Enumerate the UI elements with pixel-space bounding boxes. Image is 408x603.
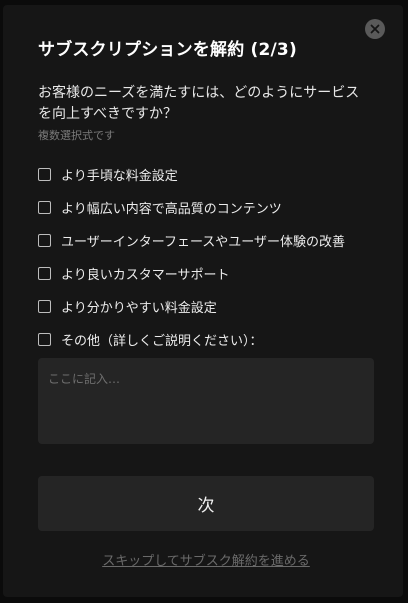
- checkbox[interactable]: [38, 234, 51, 247]
- option-other[interactable]: その他（詳しくご説明ください）：: [38, 323, 383, 356]
- option-label: ユーザーインターフェースやユーザー体験の改善: [61, 235, 346, 250]
- option-ui-ux-improvement[interactable]: ユーザーインターフェースやユーザー体験の改善: [38, 224, 383, 257]
- option-affordable-pricing[interactable]: より手頃な料金設定: [38, 158, 383, 191]
- option-label: より手頃な料金設定: [61, 169, 178, 184]
- option-wider-content[interactable]: より幅広い内容で高品質のコンテンツ: [38, 191, 383, 224]
- survey-question: お客様のニーズを満たすには、どのようにサービスを向上すべきですか？: [38, 85, 360, 122]
- next-button[interactable]: 次: [38, 476, 374, 531]
- checkbox[interactable]: [38, 300, 51, 313]
- modal-title: サブスクリプションを解約 (2/3): [38, 40, 297, 60]
- option-clearer-pricing[interactable]: より分かりやすい料金設定: [38, 290, 383, 323]
- option-label: より幅広い内容で高品質のコンテンツ: [61, 202, 282, 217]
- checkbox[interactable]: [38, 168, 51, 181]
- option-label: その他（詳しくご説明ください）：: [61, 334, 263, 349]
- skip-and-cancel-link[interactable]: スキップしてサブスク解約を進める: [38, 550, 374, 569]
- checkbox[interactable]: [38, 333, 51, 346]
- close-icon: [370, 24, 380, 34]
- cancel-subscription-modal: サブスクリプションを解約 (2/3) お客様のニーズを満たすには、どのようにサー…: [3, 5, 403, 597]
- multi-select-hint: 複数選択式です: [38, 129, 115, 142]
- option-label: より良いカスタマーサポート: [61, 268, 230, 283]
- option-label: より分かりやすい料金設定: [61, 301, 217, 316]
- close-button[interactable]: [365, 19, 385, 39]
- option-customer-support[interactable]: より良いカスタマーサポート: [38, 257, 383, 290]
- options-list: より手頃な料金設定 より幅広い内容で高品質のコンテンツ ユーザーインターフェース…: [38, 158, 383, 356]
- other-details-input[interactable]: [38, 358, 374, 444]
- checkbox[interactable]: [38, 267, 51, 280]
- checkbox[interactable]: [38, 201, 51, 214]
